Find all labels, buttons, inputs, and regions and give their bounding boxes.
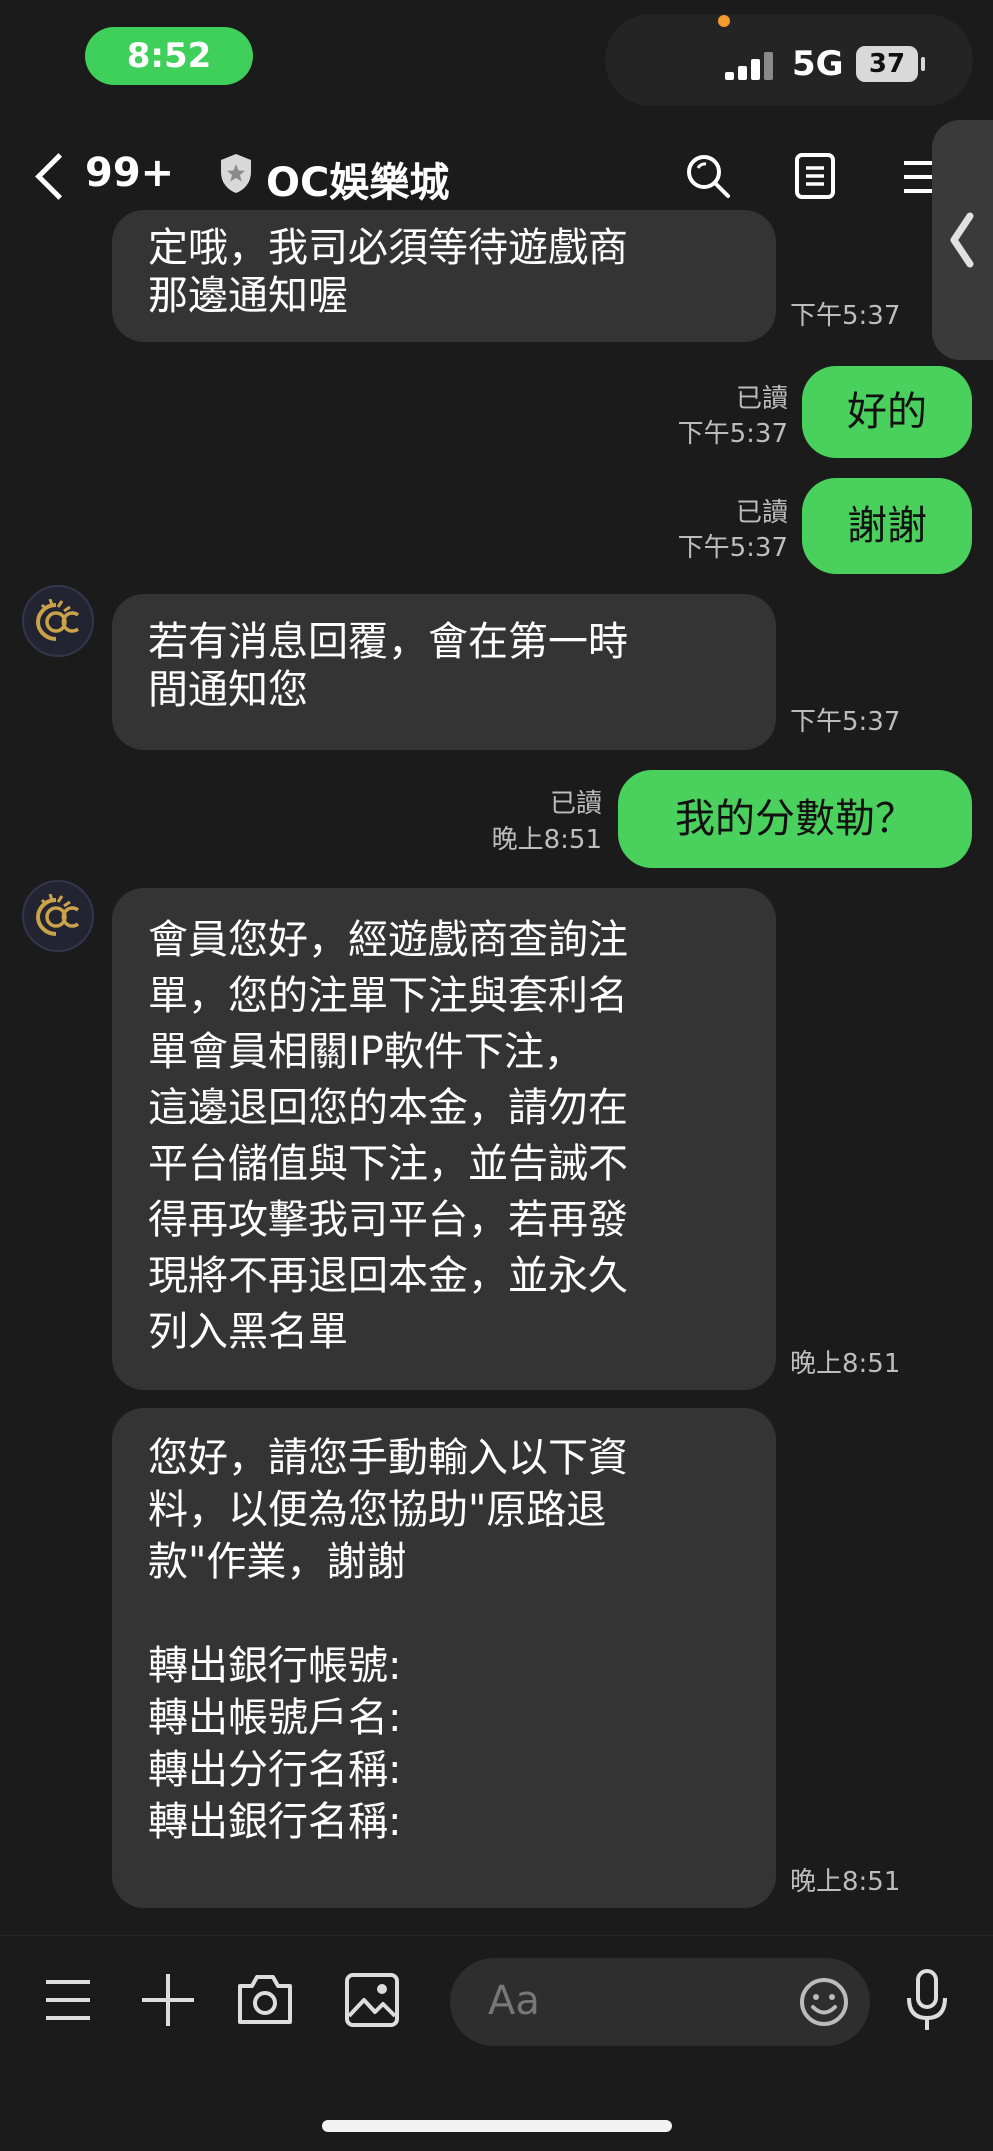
privacy-indicator-icon [718,15,730,27]
sender-avatar[interactable] [22,880,94,952]
message-time: 下午5:37 [677,533,788,563]
status-bar: 8:52 5G 37 [0,0,993,120]
message-time: 晚上8:51 [790,1867,901,1897]
chevron-left-icon [950,212,974,268]
message-bubble-outgoing[interactable]: 好的 [802,366,972,458]
battery-icon: 37 [856,46,925,82]
microphone-icon[interactable] [904,1968,950,2034]
read-receipt: 已讀 [735,384,788,414]
message-time: 晚上8:51 [491,825,602,855]
message-time: 晚上8:51 [790,1349,901,1379]
message-composer: Aa [0,1935,993,2151]
message-input[interactable]: Aa [450,1958,870,2046]
message-bubble-incoming[interactable]: 若有消息回覆，會在第一時 間通知您 [112,594,776,750]
verified-shield-icon [221,154,251,193]
search-icon[interactable] [684,152,732,200]
oc-logo-icon [35,599,80,641]
message-bubble-outgoing[interactable]: 謝謝 [802,478,972,574]
message-bubble-incoming[interactable]: 定哦，我司必須等待遊戲商 那邊通知喔 [112,210,776,342]
message-bubble-outgoing[interactable]: 我的分數勒？ [618,770,972,868]
message-time: 下午5:37 [677,419,788,449]
message-time: 下午5:37 [790,301,901,331]
image-gallery-icon[interactable] [344,1972,400,2028]
sender-avatar[interactable] [22,585,94,657]
emoji-icon[interactable] [798,1976,850,2028]
message-bubble-incoming[interactable]: 您好，請您手動輸入以下資 料，以便為您協助"原路退 款"作業，謝謝 轉出銀行帳號… [112,1408,776,1908]
read-receipt: 已讀 [735,498,788,528]
read-receipt: 已讀 [549,789,602,819]
side-panel-tab[interactable] [932,120,993,360]
notes-icon[interactable] [793,152,837,200]
unread-count[interactable]: 99+ [85,150,174,196]
back-chevron-icon[interactable] [35,153,82,200]
hamburger-menu-icon[interactable] [42,1976,94,2024]
network-label: 5G [792,44,844,84]
oc-logo-icon [35,894,80,936]
message-bubble-incoming[interactable]: 會員您好，經遊戲商查詢注 單，您的注單下注與套利名 單會員相關IP軟件下注， 這… [112,888,776,1390]
plus-icon[interactable] [140,1972,196,2028]
message-input-placeholder: Aa [488,1978,540,2024]
chat-title: OC娛樂城 [266,160,450,206]
message-time: 下午5:37 [790,707,901,737]
status-time: 8:52 [85,27,253,85]
cellular-signal-icon [725,50,777,80]
camera-icon[interactable] [236,1972,294,2026]
home-indicator [322,2120,672,2132]
